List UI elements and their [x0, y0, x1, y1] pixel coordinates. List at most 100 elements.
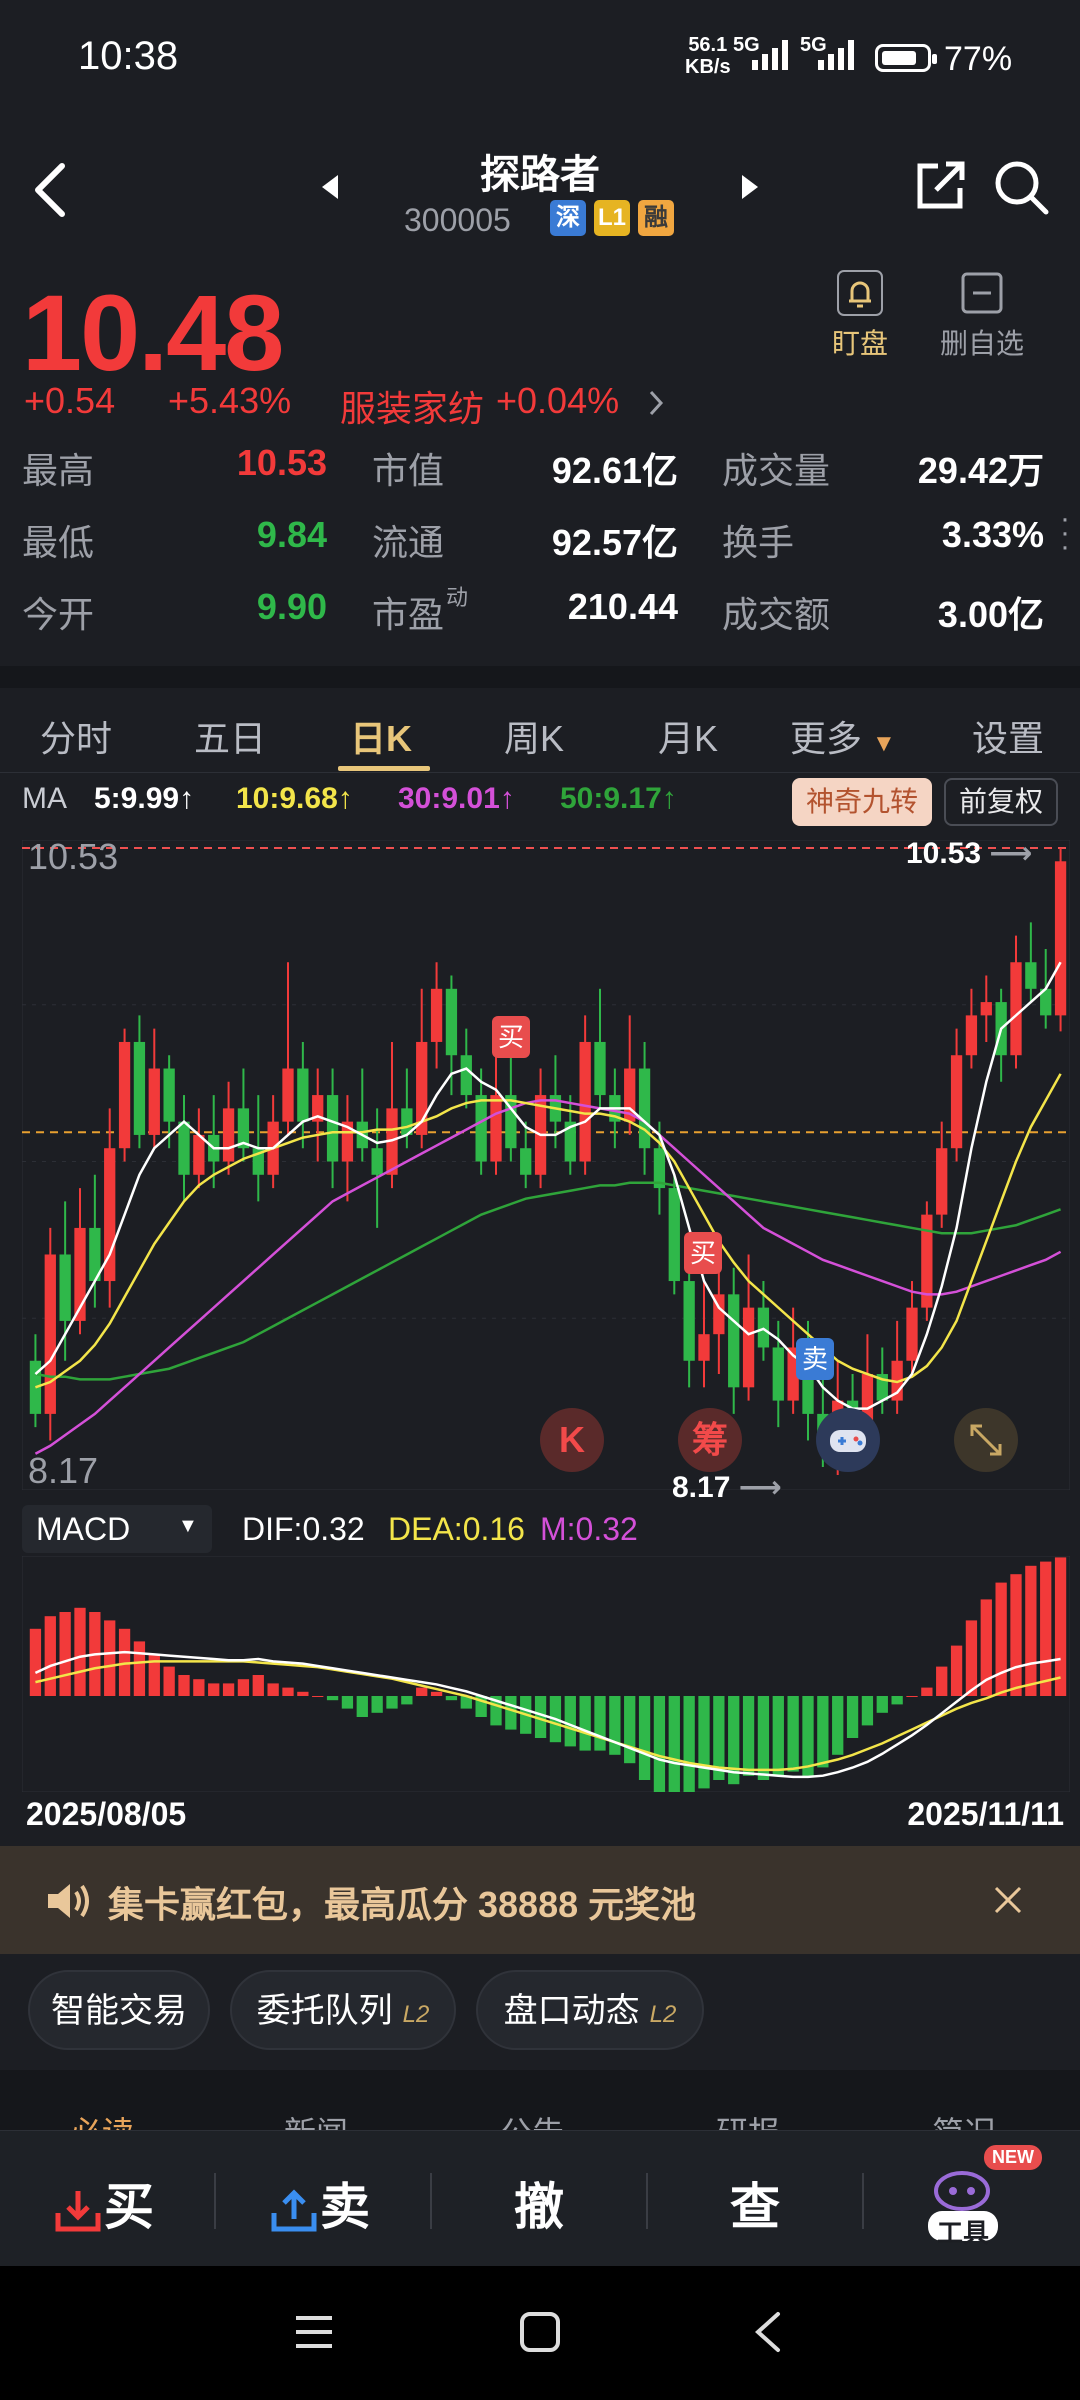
tab-daily-k[interactable]: 日K — [350, 710, 412, 762]
macd-bar — [356, 1696, 368, 1717]
tab-intraday[interactable]: 分时 — [40, 710, 112, 762]
tab-5day[interactable]: 五日 — [194, 710, 266, 762]
divider — [0, 666, 1080, 688]
promo-banner[interactable]: 集卡赢红包，最高瓜分 38888 元奖池 — [0, 1846, 1080, 1954]
stat-label: 流通 — [372, 522, 445, 563]
search-icon[interactable] — [992, 158, 1052, 218]
candle-body — [520, 1148, 532, 1175]
candle-body — [148, 1068, 160, 1135]
system-nav-bar — [0, 2266, 1080, 2400]
candle-body — [1010, 962, 1022, 1056]
order-queue-button[interactable]: 委托队列 L2 — [230, 1970, 456, 2050]
k-overlay-button[interactable]: K — [540, 1408, 604, 1472]
tools-label: 工具 — [936, 2218, 989, 2248]
tab-more[interactable]: 更多 ▼ — [790, 710, 896, 762]
buy-signal[interactable]: 买 — [492, 1016, 530, 1058]
macd-bar — [995, 1582, 1007, 1696]
back-nav-icon[interactable] — [748, 2310, 788, 2354]
stat-label: 市值 — [372, 450, 445, 491]
macd-bar — [222, 1683, 235, 1696]
adjust-price-button[interactable]: 前复权 — [944, 778, 1058, 826]
share-icon[interactable] — [912, 158, 968, 214]
remove-watchlist-button[interactable]: 删自选 — [940, 268, 1024, 362]
candle-body — [594, 1041, 606, 1096]
fullscreen-button[interactable] — [954, 1408, 1018, 1472]
candle-body — [193, 1134, 205, 1175]
stat-volume: 29.42万 — [917, 450, 1044, 491]
macd-bar — [609, 1696, 621, 1755]
macd-bar — [624, 1696, 636, 1764]
current-price: 10.48 — [22, 272, 284, 393]
tab-monthly-k[interactable]: 月K — [658, 710, 718, 762]
kline-chart[interactable] — [22, 840, 1070, 1490]
separator — [214, 2173, 216, 2229]
game-button[interactable] — [816, 1408, 880, 1472]
buy-signal[interactable]: 买 — [684, 1232, 722, 1274]
candle-body — [638, 1068, 651, 1149]
menu-icon[interactable] — [292, 2310, 336, 2354]
dropdown-icon: ▼ — [178, 1515, 198, 1537]
banner-text: 集卡赢红包，最高瓜分 38888 元奖池 — [108, 1884, 697, 1925]
candle-body — [772, 1347, 784, 1401]
tools-button[interactable]: 工具 NEW — [922, 2145, 1042, 2248]
macd-bar — [698, 1696, 710, 1789]
magic-nine-button[interactable]: 神奇九转 — [792, 778, 932, 826]
expand-icon — [970, 1424, 1002, 1456]
chip-distribution-button[interactable]: 筹 — [678, 1408, 742, 1472]
macd-bar — [832, 1696, 844, 1755]
macd-bar — [802, 1696, 814, 1776]
stock-code: 300005 — [404, 202, 511, 238]
macd-bar — [1040, 1561, 1052, 1696]
next-stock-icon[interactable] — [738, 172, 762, 202]
macd-bar — [133, 1641, 146, 1696]
sector-change: +0.04% — [496, 380, 620, 421]
indicator-select[interactable]: MACD ▼ — [22, 1505, 212, 1553]
macd-bar — [445, 1696, 458, 1701]
sell-signal[interactable]: 卖 — [796, 1338, 834, 1380]
candle-body — [980, 1002, 992, 1016]
cancel-order-button[interactable]: 撤 — [514, 2167, 564, 2239]
macd-bar — [505, 1696, 517, 1730]
candle-body — [460, 1055, 472, 1096]
high-marker: 10.53 ⟶ — [906, 837, 1033, 870]
tag-l1: L1 — [594, 200, 630, 236]
query-button[interactable]: 查 — [730, 2167, 780, 2239]
news-tabs: 必读 新闻 公告 研报 简况 — [0, 2070, 1080, 2151]
macd-bar — [74, 1607, 86, 1696]
sell-button[interactable]: 卖 — [268, 2167, 370, 2239]
dropdown-icon: ▼ — [872, 730, 896, 757]
home-icon[interactable] — [518, 2310, 562, 2354]
candle-body — [668, 1188, 680, 1282]
ma50-value: 50:9.17↑ — [560, 782, 677, 815]
candle-body — [178, 1121, 190, 1175]
level2-dynamics-button[interactable]: 盘口动态 L2 — [476, 1970, 704, 2050]
macd-bar — [817, 1696, 829, 1768]
more-stats-icon[interactable]: · · · — [1060, 504, 1070, 562]
macd-bar — [237, 1679, 250, 1696]
macd-dif: DIF:0.32 — [242, 1511, 365, 1547]
watch-button[interactable]: 盯盘 — [832, 268, 888, 362]
stat-label: 成交额 — [722, 594, 831, 635]
macd-bar — [44, 1616, 56, 1696]
buy-button[interactable]: 买 — [52, 2167, 154, 2239]
stat-market-cap: 92.61亿 — [551, 450, 678, 491]
macd-bar — [297, 1691, 309, 1696]
candle-body — [282, 1068, 294, 1122]
smart-trade-button[interactable]: 智能交易 — [28, 1970, 210, 2050]
battery-percent: 77% — [944, 40, 1013, 78]
macd-chart[interactable] — [22, 1556, 1070, 1792]
macd-bar — [787, 1696, 799, 1772]
tab-weekly-k[interactable]: 周K — [504, 710, 564, 762]
macd-bar — [252, 1675, 264, 1696]
tab-settings[interactable]: 设置 — [972, 710, 1044, 762]
sector-chevron-icon[interactable] — [646, 388, 666, 418]
macd-bar — [906, 1696, 918, 1697]
macd-bar — [267, 1683, 279, 1696]
ma30-value: 30:9.01↑ — [398, 782, 515, 815]
separator — [646, 2173, 648, 2229]
macd-bar — [326, 1696, 339, 1701]
sector-name[interactable]: 服装家纺 — [340, 380, 484, 432]
macd-bar — [638, 1696, 651, 1780]
candle-body — [757, 1307, 770, 1348]
close-icon[interactable] — [992, 1884, 1024, 1916]
